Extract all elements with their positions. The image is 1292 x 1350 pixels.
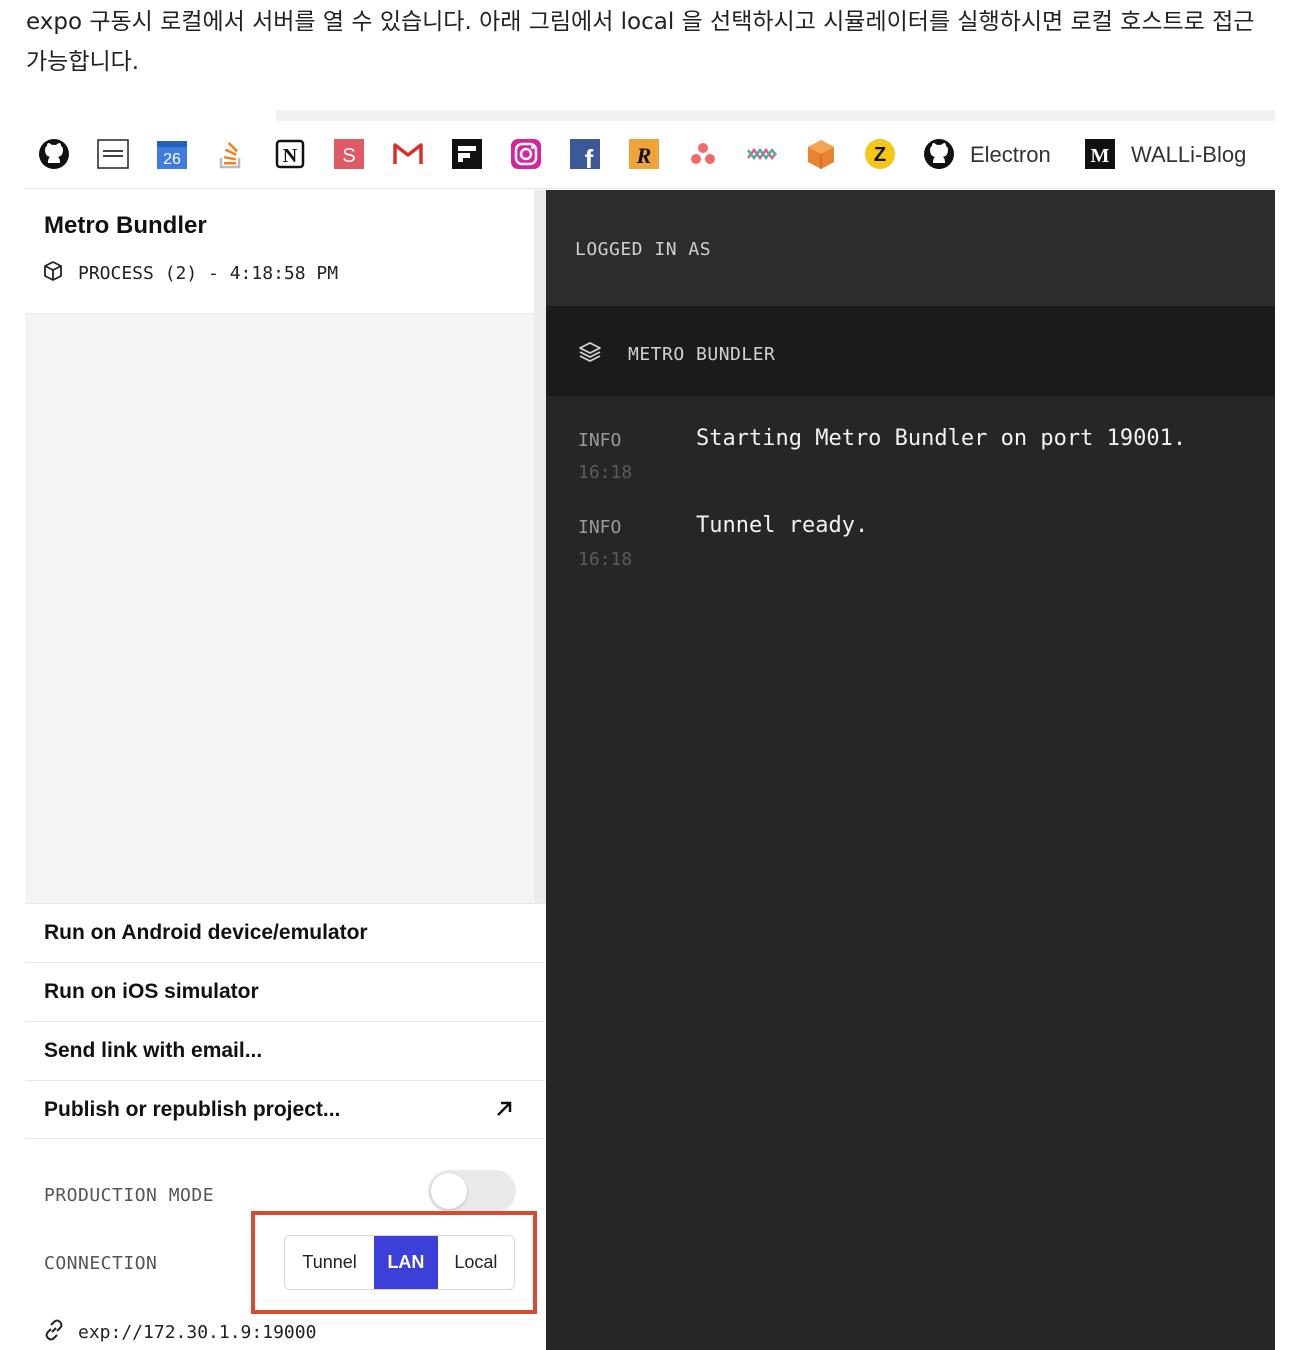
logged-in-label: LOGGED IN AS: [575, 239, 712, 260]
bookmark-electron-label[interactable]: Electron: [970, 140, 1051, 170]
account-bar: LOGGED IN AS: [546, 190, 1275, 306]
package-icon: [42, 260, 64, 286]
run-android-button[interactable]: Run on Android device/emulator: [25, 903, 546, 962]
process-info: PROCESS (2) - 4:18:58 PM: [78, 262, 339, 284]
production-mode-label: PRODUCTION MODE: [44, 1185, 215, 1206]
svg-text:Z: Z: [874, 144, 886, 166]
stackoverflow-icon[interactable]: [215, 138, 247, 170]
metro-tab-row: METRO BUNDLER: [578, 340, 775, 368]
run-ios-label: Run on iOS simulator: [44, 980, 259, 1003]
left-panel: Metro Bundler PROCESS (2) - 4:18:58 PM R…: [25, 190, 546, 1350]
svg-text:26: 26: [163, 151, 181, 168]
actions-list: Run on Android device/emulator Run on iO…: [25, 903, 546, 1139]
send-link-label: Send link with email...: [44, 1039, 263, 1062]
weave-icon[interactable]: [746, 138, 778, 170]
codestates-icon[interactable]: [97, 138, 129, 170]
toggle-knob: [431, 1173, 467, 1209]
s-app-icon[interactable]: S: [333, 138, 365, 170]
google-calendar-icon[interactable]: 26: [156, 138, 188, 170]
r-app-icon[interactable]: R: [628, 138, 660, 170]
medium-icon[interactable]: M: [1084, 138, 1116, 170]
instagram-icon[interactable]: [510, 138, 542, 170]
svg-text:N: N: [283, 145, 298, 167]
process-row: PROCESS (2) - 4:18:58 PM: [42, 260, 338, 286]
page-title: Metro Bundler: [44, 212, 207, 239]
scrollbar[interactable]: [534, 190, 546, 903]
box-icon[interactable]: [805, 138, 837, 170]
github-icon[interactable]: [38, 138, 70, 170]
publish-label: Publish or republish project...: [44, 1097, 341, 1121]
electron-github-icon[interactable]: [923, 138, 955, 170]
metro-bundler-label: METRO BUNDLER: [628, 343, 776, 365]
bookmark-walli-blog-label[interactable]: WALLi-Blog: [1131, 140, 1246, 170]
connection-label: CONNECTION: [44, 1253, 158, 1274]
connection-local-button[interactable]: Local: [438, 1236, 514, 1289]
run-android-label: Run on Android device/emulator: [44, 921, 368, 944]
send-link-button[interactable]: Send link with email...: [25, 1021, 546, 1080]
external-link-arrow-icon: [494, 1099, 514, 1125]
project-header: Metro Bundler PROCESS (2) - 4:18:58 PM: [25, 190, 534, 314]
asana-icon[interactable]: [687, 138, 719, 170]
log-time: 16:18: [578, 549, 633, 570]
log-level: INFO: [578, 517, 622, 538]
svg-text:S: S: [342, 145, 355, 167]
svg-text:R: R: [636, 143, 652, 168]
run-ios-button[interactable]: Run on iOS simulator: [25, 962, 546, 1021]
metro-bundler-tab[interactable]: METRO BUNDLER: [546, 306, 1275, 396]
z-app-icon[interactable]: Z: [864, 138, 896, 170]
log-message: Starting Metro Bundler on port 19001.: [696, 426, 1187, 451]
layers-icon: [578, 340, 602, 368]
connection-lan-button[interactable]: LAN: [374, 1236, 438, 1289]
preview-area: [25, 314, 534, 903]
link-icon: [42, 1318, 66, 1346]
log-level: INFO: [578, 430, 622, 451]
intro-paragraph: expo 구동시 로컬에서 서버를 열 수 있습니다. 아래 그림에서 loca…: [26, 9, 1255, 75]
publish-button[interactable]: Publish or republish project...: [25, 1080, 546, 1139]
svg-text:M: M: [1091, 145, 1110, 167]
connection-selector: Tunnel LAN Local: [284, 1235, 515, 1290]
facebook-icon[interactable]: f: [569, 138, 601, 170]
gmail-icon[interactable]: [392, 138, 424, 170]
log-message: Tunnel ready.: [696, 513, 869, 538]
connection-tunnel-button[interactable]: Tunnel: [285, 1236, 374, 1289]
bookmarks-bar: 26 N S f R Z Electron M WALLi-Blog: [25, 121, 1275, 189]
project-url[interactable]: exp://172.30.1.9:19000: [78, 1322, 316, 1343]
window-top-edge: [276, 110, 1275, 121]
log-time: 16:18: [578, 462, 633, 483]
svg-text:f: f: [585, 144, 594, 169]
flipboard-icon[interactable]: [451, 138, 483, 170]
console-panel: LOGGED IN AS METRO BUNDLER INFO 16:18 St…: [546, 190, 1275, 1350]
notion-icon[interactable]: N: [274, 138, 306, 170]
url-row: exp://172.30.1.9:19000: [42, 1318, 316, 1346]
production-mode-toggle[interactable]: [428, 1170, 516, 1212]
